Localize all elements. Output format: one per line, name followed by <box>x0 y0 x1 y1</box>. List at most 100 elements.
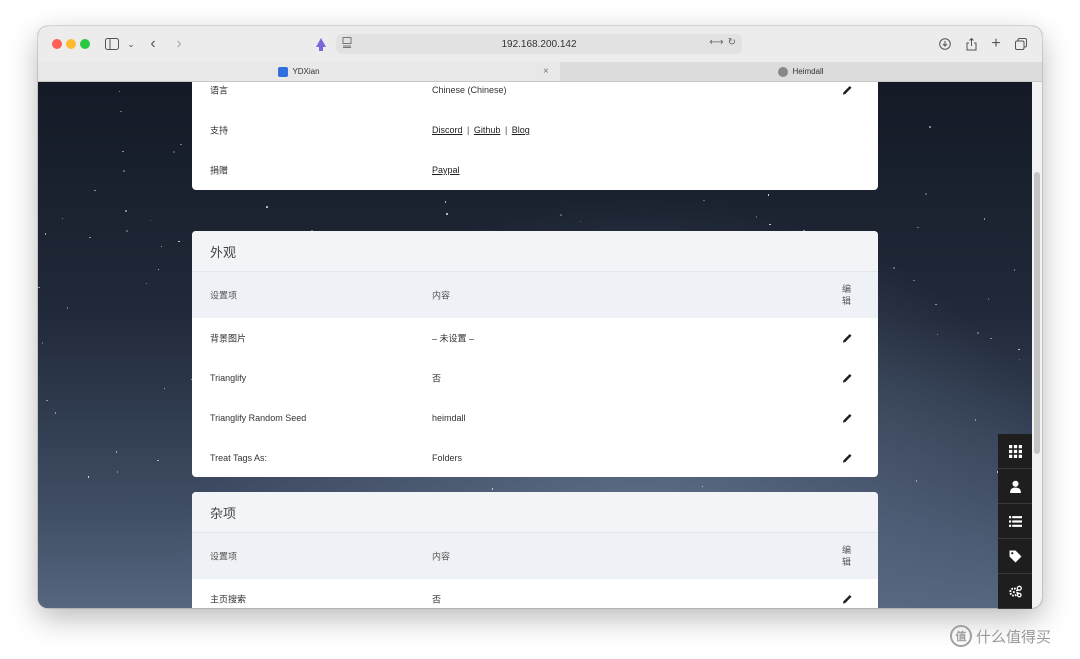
table-row: 语言 Chinese (Chinese) <box>192 82 878 110</box>
scrollbar[interactable] <box>1032 82 1042 608</box>
star <box>491 488 494 490</box>
ydxian-favicon-icon <box>278 66 289 77</box>
star <box>915 480 918 482</box>
star <box>266 206 268 208</box>
tab-label: YDXian <box>292 67 320 76</box>
star <box>157 268 160 271</box>
star <box>974 419 977 421</box>
row-label: Trianglify <box>210 373 247 383</box>
star <box>89 236 91 239</box>
star <box>446 213 448 215</box>
star <box>444 201 447 203</box>
appearance-card: 外观 设置项 内容 编 辑 背景图片 – 未设置 – Trianglify 否 … <box>192 231 878 477</box>
star <box>94 189 96 192</box>
star <box>44 233 47 235</box>
tab-overview-icon[interactable] <box>1014 34 1028 54</box>
paypal-link[interactable]: Paypal <box>432 165 460 175</box>
minimize-window-button[interactable] <box>66 39 76 49</box>
header-content: 内容 <box>432 290 451 301</box>
star <box>936 333 939 336</box>
star <box>1018 348 1020 351</box>
star <box>87 476 90 478</box>
edit-icon[interactable] <box>842 413 853 424</box>
row-value: Chinese (Chinese) <box>432 85 507 95</box>
back-icon[interactable]: ‹ <box>146 34 160 54</box>
row-label: 捐赠 <box>210 165 229 176</box>
table-header: 设置项 内容 编 辑 <box>192 533 878 579</box>
tag-icon[interactable] <box>998 539 1032 574</box>
share-icon[interactable] <box>964 34 978 54</box>
zoom-window-button[interactable] <box>80 39 90 49</box>
table-row: 主页搜索 否 <box>192 579 878 608</box>
star <box>769 223 771 226</box>
card-title: 杂项 <box>192 492 878 533</box>
edit-icon[interactable] <box>842 333 853 344</box>
header-setting: 设置项 <box>210 551 238 562</box>
edit-icon[interactable] <box>842 453 853 464</box>
watermark-text: 什么值得买 <box>976 628 1052 646</box>
star <box>41 342 44 344</box>
forward-icon[interactable]: › <box>172 34 186 54</box>
row-label: 语言 <box>210 85 229 96</box>
star <box>929 126 931 128</box>
table-row: Treat Tags As: Folders <box>192 438 878 477</box>
tab-ydxian[interactable]: YDXian × <box>38 62 560 81</box>
table-row: 支持 Discord | Github | Blog <box>192 110 878 150</box>
star <box>925 193 927 195</box>
translate-icon[interactable]: ⟷ <box>709 37 723 48</box>
star <box>1013 269 1016 271</box>
close-window-button[interactable] <box>52 39 62 49</box>
star <box>38 286 40 289</box>
page-content: 语言 Chinese (Chinese) 支持 Discord | Github… <box>38 82 1042 608</box>
address-bar[interactable]: 192.168.200.142 ⟷ ↻ <box>336 34 742 54</box>
list-icon[interactable] <box>998 504 1032 539</box>
download-icon[interactable] <box>938 34 952 54</box>
star <box>180 143 182 146</box>
star <box>120 110 122 113</box>
star <box>116 471 119 473</box>
table-row: Trianglify 否 <box>192 358 878 398</box>
row-value: – 未设置 – <box>432 333 475 344</box>
extension-icon[interactable] <box>314 34 328 54</box>
new-tab-icon[interactable]: + <box>989 34 1003 54</box>
row-label: Treat Tags As: <box>210 453 268 463</box>
reload-icon[interactable]: ↻ <box>728 37 736 48</box>
star <box>977 332 979 334</box>
discord-link[interactable]: Discord <box>432 125 463 135</box>
star <box>115 451 118 453</box>
github-link[interactable]: Github <box>474 125 501 135</box>
table-row: 捐赠 Paypal <box>192 150 878 190</box>
tab-heimdall[interactable]: Heimdall <box>560 62 1042 81</box>
row-value: Folders <box>432 453 463 463</box>
star <box>123 170 125 172</box>
address-text: 192.168.200.142 <box>501 38 577 50</box>
edit-icon[interactable] <box>842 594 853 605</box>
edit-icon[interactable] <box>842 373 853 384</box>
close-tab-icon[interactable]: × <box>543 66 549 77</box>
edit-icon[interactable] <box>842 85 853 96</box>
star <box>160 245 163 248</box>
separator: | <box>467 125 470 135</box>
grid-icon[interactable] <box>998 434 1032 469</box>
donate-links: Paypal <box>432 165 460 175</box>
heimdall-favicon-icon <box>778 66 789 77</box>
star <box>983 218 986 220</box>
card-title: 外观 <box>192 231 878 272</box>
star <box>61 217 64 220</box>
about-card: 语言 Chinese (Chinese) 支持 Discord | Github… <box>192 82 878 190</box>
user-icon[interactable] <box>998 469 1032 504</box>
chevron-down-icon[interactable]: ⌄ <box>126 34 136 54</box>
star <box>149 219 152 222</box>
page-icon <box>342 37 352 51</box>
support-links: Discord | Github | Blog <box>432 125 530 135</box>
sidebar-toggle-icon[interactable] <box>104 34 120 54</box>
blog-link[interactable]: Blog <box>512 125 530 135</box>
header-content: 内容 <box>432 551 451 562</box>
tab-bar: YDXian × Heimdall <box>38 62 1042 82</box>
scrollbar-thumb[interactable] <box>1034 172 1040 454</box>
settings-icon[interactable] <box>998 574 1032 609</box>
star <box>163 387 166 390</box>
star <box>701 485 704 488</box>
star <box>54 412 57 414</box>
star <box>703 199 705 202</box>
